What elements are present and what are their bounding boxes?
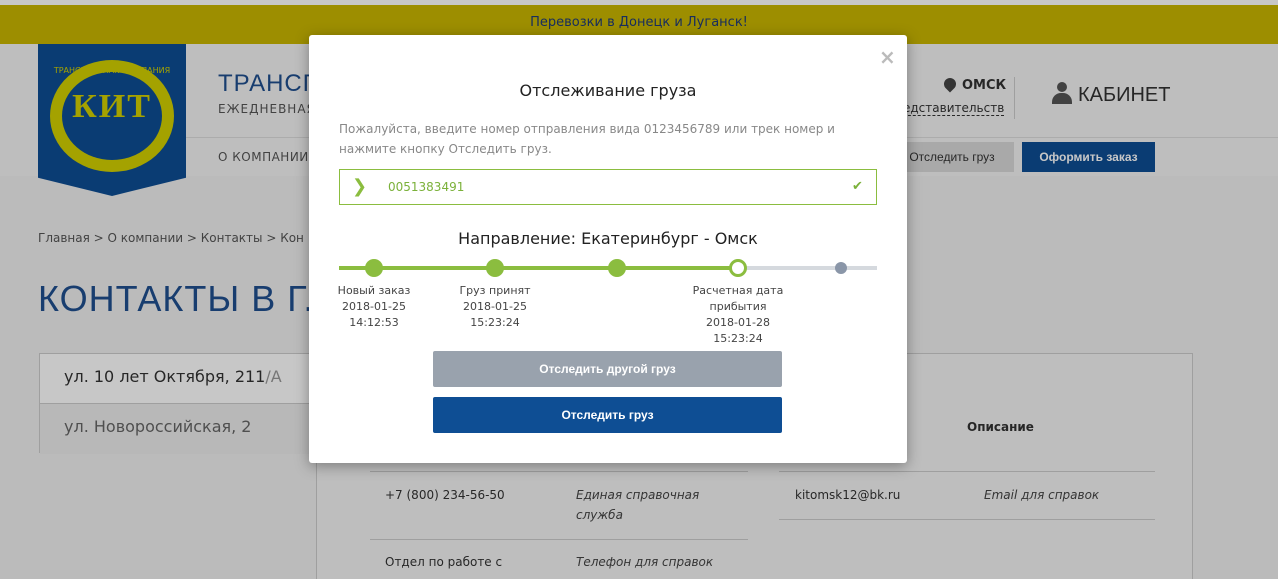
step-title-cont: прибытия bbox=[709, 300, 767, 313]
route-direction: Направление: Екатеринбург - Омск bbox=[458, 229, 758, 248]
step-label-arrival: Расчетная дата прибытия 2018-01-28 15:23… bbox=[683, 283, 793, 347]
step-time: 14:12:53 bbox=[349, 316, 399, 329]
close-icon[interactable]: × bbox=[879, 45, 896, 69]
progress-step-dot bbox=[608, 259, 626, 277]
progress-step-dot-pending bbox=[835, 262, 847, 274]
step-label-new-order: Новый заказ 2018-01-25 14:12:53 bbox=[319, 283, 429, 331]
progress-step-dot bbox=[486, 259, 504, 277]
step-title: Новый заказ bbox=[337, 284, 411, 297]
tracking-number-field[interactable]: ❯ ✔ bbox=[339, 169, 877, 205]
track-another-button[interactable]: Отследить другой груз bbox=[433, 351, 782, 387]
progress-fill bbox=[339, 266, 737, 270]
step-title: Груз принят bbox=[459, 284, 531, 297]
chevron-right-icon: ❯ bbox=[352, 176, 368, 197]
step-label-accepted: Груз принят 2018-01-25 15:23:24 bbox=[440, 283, 550, 331]
modal-title: Отслеживание груза bbox=[519, 81, 697, 100]
track-button[interactable]: Отследить груз bbox=[433, 397, 782, 433]
step-date: 2018-01-25 bbox=[463, 300, 527, 313]
step-title: Расчетная дата bbox=[692, 284, 784, 297]
check-icon: ✔ bbox=[852, 179, 863, 194]
step-date: 2018-01-28 bbox=[706, 316, 770, 329]
progress-step-dot-current bbox=[729, 259, 747, 277]
step-time: 15:23:24 bbox=[470, 316, 520, 329]
tracking-number-input[interactable] bbox=[388, 176, 828, 198]
modal-hint: Пожалуйста, введите номер отправления ви… bbox=[339, 122, 835, 156]
progress-step-dot bbox=[365, 259, 383, 277]
step-time: 15:23:24 bbox=[713, 332, 763, 345]
tracking-modal: × Отслеживание груза Пожалуйста, введите… bbox=[309, 35, 907, 463]
step-date: 2018-01-25 bbox=[342, 300, 406, 313]
